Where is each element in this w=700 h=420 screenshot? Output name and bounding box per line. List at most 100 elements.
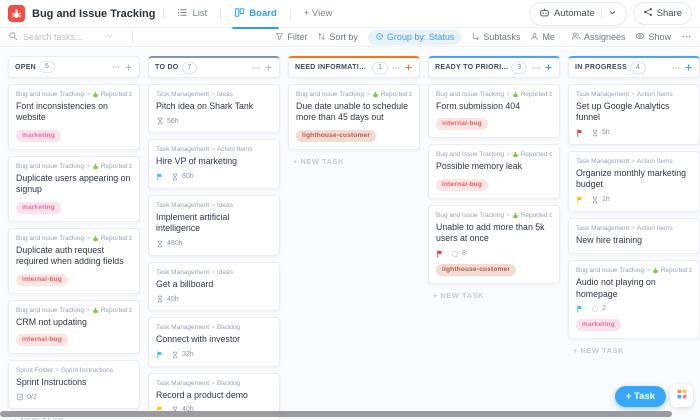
breadcrumb[interactable]: Task Management > Backlog [156, 324, 272, 331]
task-card[interactable]: Task Management > Ideas Implement artificia… [148, 194, 280, 256]
breadcrumb[interactable]: Task Management > Ideas [156, 202, 272, 209]
new-task-button[interactable]: + NEW TASK [573, 346, 700, 355]
tag-pill[interactable]: internal-bug [436, 118, 488, 131]
priority-flag-icon[interactable] [576, 129, 584, 137]
task-card[interactable]: Task Management > Backlog Connect with inve… [148, 317, 280, 367]
tag-pill[interactable]: lighthouse-customer [296, 129, 377, 142]
time-estimate[interactable]: 32h [171, 351, 194, 359]
breadcrumb[interactable]: Task Management > Ideas [156, 269, 272, 276]
column-add-task-button[interactable] [684, 63, 693, 72]
time-estimate[interactable]: 5h [591, 129, 610, 137]
share-button[interactable]: Share [632, 2, 692, 25]
task-card[interactable]: Sprint Folder > Sprint Instructions Sprint … [8, 359, 140, 410]
group-by-icon [375, 32, 384, 43]
filter-button[interactable]: Filter [275, 32, 307, 43]
column-menu-button[interactable] [391, 63, 401, 73]
tab-list[interactable]: List [172, 0, 212, 28]
breadcrumb[interactable]: Sprint Folder > Sprint Instructions [16, 367, 132, 374]
chevron-down-icon[interactable] [106, 32, 114, 42]
breadcrumb[interactable]: Bug and Issue Tracking> Reported bugs [436, 212, 552, 219]
time-estimate[interactable]: 40h [156, 295, 179, 303]
priority-flag-icon[interactable] [156, 173, 164, 181]
breadcrumb[interactable]: Bug and Issue Tracking> Reported bugs [16, 307, 132, 314]
column-add-task-button[interactable] [404, 63, 413, 72]
show-button[interactable]: Show [635, 31, 671, 43]
priority-flag-icon[interactable] [436, 249, 444, 258]
task-card[interactable]: Task Management > Ideas Pitch idea on Shark… [148, 84, 280, 134]
priority-flag-icon[interactable] [576, 305, 584, 313]
breadcrumb[interactable]: Bug and Issue Tracking> Reported bugs [16, 235, 132, 242]
new-task-button[interactable]: + NEW TASK [433, 291, 560, 300]
task-card[interactable]: Task Management > Ideas Get a billboard 40h [148, 261, 280, 312]
horizontal-scrollbar[interactable] [0, 411, 672, 417]
breadcrumb-list: Reported bugs [100, 306, 132, 314]
task-card[interactable]: Bug and Issue Tracking> Reported bugs Due … [288, 84, 420, 150]
breadcrumb[interactable]: Task Management > Backlog [156, 380, 272, 387]
task-card[interactable]: Bug and Issue Tracking> Reported bugs Form… [428, 84, 560, 139]
bug-icon [372, 91, 379, 98]
priority-flag-icon[interactable] [156, 350, 164, 359]
time-estimate[interactable]: 56h [156, 117, 179, 125]
task-card[interactable]: Bug and Issue Tracking> Reported bugs Font… [8, 84, 140, 150]
comment-count[interactable]: 8 [451, 250, 466, 258]
search-input[interactable] [23, 32, 101, 42]
tag-pill[interactable]: internal-bug [16, 273, 68, 286]
task-card[interactable]: Bug and Issue Tracking> Reported bugs Dupl… [8, 155, 140, 222]
tag-pill[interactable]: lighthouse-customer [436, 263, 517, 276]
breadcrumb[interactable]: Bug and Issue Tracking> Reported bugs [436, 151, 552, 158]
task-card[interactable]: Task Management > Action Items Set up Googl… [568, 84, 700, 145]
toolbar-more-button[interactable] [681, 31, 692, 44]
priority-flag-icon[interactable] [576, 195, 584, 204]
task-card[interactable]: Bug and Issue Tracking> Reported bugs Unab… [428, 204, 560, 284]
column-menu-button[interactable] [531, 63, 541, 73]
time-estimate[interactable]: 1h [591, 196, 610, 204]
tab-add-view[interactable]: + View [299, 0, 338, 28]
tag-pill[interactable]: marketing [576, 318, 621, 331]
breadcrumb[interactable]: Task Management > Action Items [576, 91, 692, 98]
comment-count[interactable]: 2 [591, 305, 606, 313]
task-card[interactable]: Bug and Issue Tracking> Reported bugs Dupl… [8, 227, 140, 294]
search-box[interactable] [8, 31, 124, 43]
group-by-button[interactable]: Group by: Status [367, 29, 462, 45]
breadcrumb[interactable]: Task Management > Action Items [156, 146, 272, 153]
app-launcher-button[interactable] [670, 384, 693, 407]
checklist-progress[interactable]: 0/2 [16, 393, 37, 401]
breadcrumb[interactable]: Bug and Issue Tracking> Reported bugs [16, 91, 132, 98]
automate-button[interactable]: Automate [528, 1, 627, 26]
new-task-button[interactable]: + NEW TASK [293, 157, 420, 166]
time-estimate[interactable]: 80h [171, 173, 194, 181]
view-toolbar: Filter Sort by Group by: Status Subtasks… [0, 28, 700, 47]
tag-pill[interactable]: marketing [16, 201, 61, 214]
sort-by-button[interactable]: Sort by [317, 32, 358, 43]
breadcrumb[interactable]: Task Management > Action Items [576, 225, 692, 232]
breadcrumb[interactable]: Task Management > Action Items [576, 158, 692, 165]
task-card[interactable]: Task Management > Action Items Hire VP of m… [148, 139, 280, 189]
task-card[interactable]: Task Management > Action Items New hire tra… [568, 217, 700, 255]
breadcrumb[interactable]: Bug and Issue Tracking> Reported bugs [576, 267, 692, 274]
breadcrumb[interactable]: Bug and Issue Tracking> Reported bugs [296, 91, 412, 98]
tag-pill[interactable]: marketing [16, 129, 61, 142]
breadcrumb[interactable]: Bug and Issue Tracking> Reported bugs [16, 163, 132, 170]
add-task-fab[interactable]: + Task [614, 386, 666, 407]
subtasks-button[interactable]: Subtasks [471, 32, 520, 43]
column-add-task-button[interactable] [124, 63, 133, 72]
task-card[interactable]: Bug and Issue Tracking> Reported bugs Audi… [568, 260, 700, 339]
me-filter-button[interactable]: Me · [530, 32, 561, 43]
task-card[interactable]: Task Management > Action Items Organize mon… [568, 150, 700, 212]
tag-pill[interactable]: internal-bug [16, 333, 68, 346]
column-add-task-button[interactable] [544, 63, 553, 72]
task-card[interactable]: Bug and Issue Tracking> Reported bugs CRM … [8, 299, 140, 354]
tab-board[interactable]: Board [229, 0, 281, 29]
assignees-button[interactable]: Assignees [571, 31, 625, 43]
breadcrumb[interactable]: Bug and Issue Tracking> Reported bugs [436, 91, 552, 98]
hourglass-icon [156, 117, 164, 125]
breadcrumb[interactable]: Task Management > Ideas [156, 91, 272, 98]
time-estimate[interactable]: 480h [156, 240, 183, 248]
column-add-task-button[interactable] [264, 63, 273, 72]
chevron-down-icon[interactable] [608, 8, 617, 20]
column-menu-button[interactable] [671, 63, 681, 73]
column-menu-button[interactable] [251, 63, 261, 73]
task-card[interactable]: Bug and Issue Tracking> Reported bugs Poss… [428, 144, 560, 199]
tag-pill[interactable]: internal-bug [436, 178, 488, 191]
column-menu-button[interactable] [111, 62, 121, 72]
